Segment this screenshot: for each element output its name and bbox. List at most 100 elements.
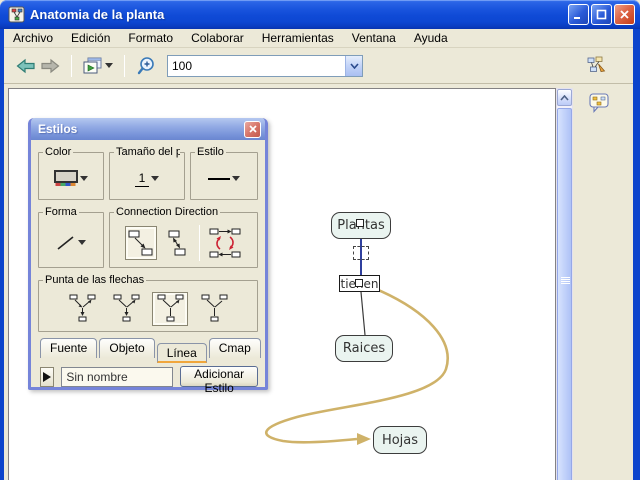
- menu-colaborar[interactable]: Colaborar: [191, 31, 244, 45]
- menu-ventana[interactable]: Ventana: [352, 31, 396, 45]
- combobox-dropdown-button[interactable]: [345, 55, 362, 76]
- arrowhead-one-icon: [157, 294, 184, 321]
- line-size-value: 1: [134, 171, 150, 187]
- tab-fuente[interactable]: Fuente: [40, 338, 98, 358]
- color-swatch-icon: [54, 170, 78, 186]
- scrollbar-thumb[interactable]: [557, 108, 572, 480]
- presentation-windows-icon: [83, 57, 102, 73]
- link-midpoint-selection[interactable]: [353, 246, 369, 260]
- cmap-bubble-icon: [589, 93, 609, 113]
- dropdown-arrow-icon: [80, 176, 88, 181]
- node-label: Raices: [342, 341, 386, 356]
- styles-dialog-titlebar[interactable]: Estilos: [31, 118, 265, 140]
- menu-herramientas[interactable]: Herramientas: [262, 31, 334, 45]
- edit-cmap-button[interactable]: [585, 54, 609, 77]
- zoom-magnifier-icon: [137, 56, 154, 74]
- node-label: Hojas: [381, 432, 419, 448]
- style-name-input[interactable]: [61, 366, 174, 387]
- tab-objeto[interactable]: Objeto: [99, 338, 155, 358]
- group-separator: [198, 224, 200, 261]
- arrowhead-two-icon: [113, 294, 140, 321]
- zoom-level-combobox: [167, 54, 363, 77]
- chevron-down-icon: [349, 62, 359, 69]
- link-endpoint-handle[interactable]: [356, 219, 364, 227]
- tab-linea[interactable]: Línea: [156, 343, 207, 363]
- connection-two-way-icon: [168, 230, 185, 255]
- forward-arrow-icon: [41, 58, 60, 73]
- dropdown-arrow-icon: [151, 176, 160, 181]
- connection-one-way-button[interactable]: [124, 225, 157, 260]
- line-shape-button[interactable]: [56, 234, 86, 252]
- styles-dialog-title: Estilos: [38, 122, 78, 136]
- arrowhead-all-button[interactable]: [64, 292, 100, 326]
- styles-dialog-footer: Adicionar Estilo: [38, 366, 258, 395]
- connection-cycle-button[interactable]: [207, 226, 243, 260]
- curved-link-arrowhead: [357, 433, 371, 445]
- connection-direction-group-label: Connection Direction: [116, 206, 219, 218]
- zoom-level-input[interactable]: [168, 55, 345, 76]
- presentation-dropdown-button[interactable]: [81, 55, 115, 77]
- zoom-button[interactable]: [134, 54, 159, 78]
- styles-dialog-body: Color Tamaño del p 1 Estilo Forma Connec…: [31, 140, 265, 395]
- dropdown-arrow-icon: [105, 63, 113, 68]
- connection-cycle-icon: [209, 228, 240, 257]
- line-style-group-label: Estilo: [197, 146, 224, 158]
- vertical-scrollbar[interactable]: [556, 88, 573, 480]
- menu-edicion[interactable]: Edición: [71, 31, 110, 45]
- back-arrow-icon: [16, 58, 35, 73]
- curved-link-line: [264, 287, 449, 444]
- minimize-button[interactable]: [568, 4, 589, 25]
- application-window: Anatomia de la planta Archivo Edición Fo…: [0, 0, 640, 480]
- menu-archivo[interactable]: Archivo: [13, 31, 53, 45]
- concept-node-raices[interactable]: Raices: [335, 335, 393, 362]
- annotation-button[interactable]: [587, 91, 633, 115]
- color-group: Color: [38, 146, 104, 200]
- styles-dialog-tabs: Fuente Objeto Línea Cmap: [40, 338, 261, 363]
- maximize-button[interactable]: [591, 4, 612, 25]
- menu-ayuda[interactable]: Ayuda: [414, 31, 448, 45]
- toolbar-separator: [124, 54, 125, 77]
- arrowhead-group-label: Punta de las flechas: [45, 274, 145, 286]
- menu-formato[interactable]: Formato: [128, 31, 173, 45]
- cmap-app-icon: [8, 6, 25, 23]
- forward-button[interactable]: [38, 55, 62, 77]
- connection-two-way-button[interactable]: [160, 226, 192, 260]
- scrollbar-grip: [561, 276, 570, 285]
- link-endpoint-handle[interactable]: [355, 279, 363, 287]
- line-style-button[interactable]: [208, 176, 240, 181]
- arrowhead-one-button[interactable]: [152, 291, 188, 326]
- arrowhead-none-button[interactable]: [196, 292, 232, 326]
- tab-cmap[interactable]: Cmap: [208, 338, 261, 358]
- add-style-button[interactable]: Adicionar Estilo: [180, 366, 258, 395]
- line-color-button[interactable]: [54, 170, 88, 187]
- color-group-label: Color: [45, 146, 72, 158]
- toolbar: [4, 48, 633, 84]
- menu-bar: Archivo Edición Formato Colaborar Herram…: [4, 29, 633, 48]
- line-style-group: Estilo: [190, 146, 258, 200]
- arrowhead-none-icon: [201, 294, 228, 321]
- dropdown-arrow-icon: [78, 240, 86, 245]
- right-margin: [573, 88, 633, 480]
- line-size-button[interactable]: 1: [134, 171, 160, 187]
- back-button[interactable]: [14, 55, 38, 77]
- close-button[interactable]: [614, 4, 635, 25]
- expand-styles-button[interactable]: [40, 366, 55, 387]
- scroll-up-button[interactable]: [557, 89, 572, 106]
- connection-one-way-icon: [128, 230, 152, 255]
- window-title: Anatomia de la planta: [30, 7, 165, 22]
- styles-dialog: Estilos Color Tamaño del p 1 Estilo Form…: [28, 118, 268, 395]
- connection-direction-group: Connection Direction: [109, 206, 258, 268]
- close-icon: [248, 125, 257, 133]
- toolbar-separator: [71, 54, 72, 77]
- chevron-up-icon: [560, 94, 569, 101]
- cmap-pencil-icon: [587, 56, 606, 72]
- line-size-group-label: Tamaño del pu: [116, 146, 180, 158]
- arrowhead-all-icon: [69, 294, 96, 321]
- line-shape-group-label: Forma: [45, 206, 77, 218]
- plain-link-line: [360, 291, 366, 336]
- diagonal-line-icon: [57, 235, 74, 250]
- concept-node-hojas[interactable]: Hojas: [373, 426, 427, 454]
- styles-dialog-close-button[interactable]: [244, 120, 261, 138]
- arrowhead-two-button[interactable]: [108, 292, 144, 326]
- solid-line-icon: [208, 177, 230, 180]
